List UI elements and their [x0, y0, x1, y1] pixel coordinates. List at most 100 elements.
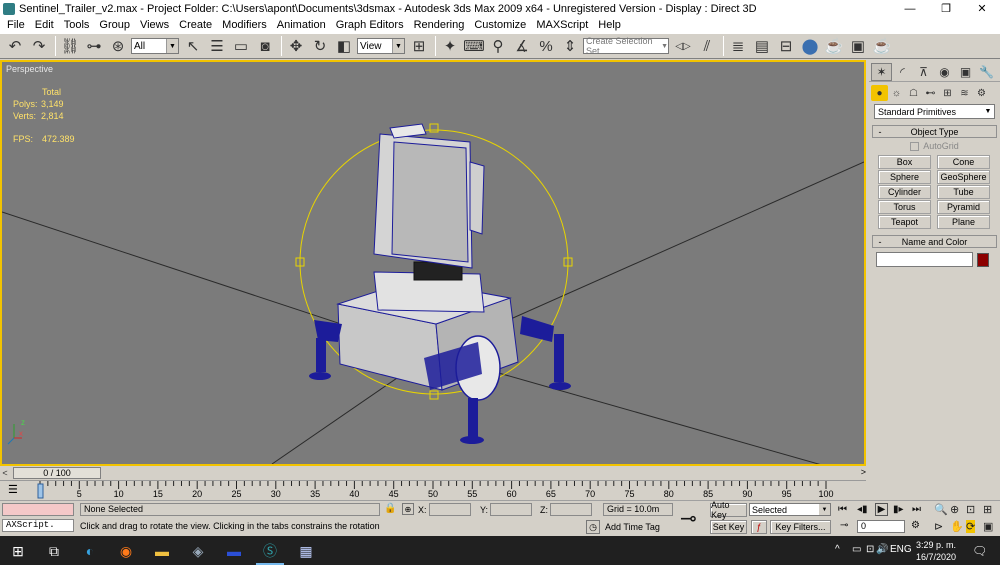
object-name-input[interactable]	[876, 252, 973, 267]
space-warps-icon[interactable]: ≋	[956, 85, 973, 101]
menu-animation[interactable]: Animation	[272, 19, 331, 31]
rendered-frame-window-icon[interactable]: ▣	[847, 35, 869, 57]
zoom-extents-all-icon[interactable]: ⊞	[983, 503, 992, 516]
volume-icon[interactable]: 🔊	[876, 544, 888, 555]
menu-maxscript[interactable]: MAXScript	[531, 19, 593, 31]
taskbar-clock[interactable]: 3:29 p. m. 16/7/2020	[908, 539, 964, 563]
category-dropdown[interactable]: Standard Primitives ▼	[874, 104, 995, 119]
plane-button[interactable]: Plane	[937, 215, 990, 229]
geometry-icon[interactable]: ●	[871, 85, 888, 101]
default-in-out-tangent-icon[interactable]: ƒ	[751, 520, 767, 534]
hierarchy-tab-icon[interactable]: ⊼	[913, 63, 934, 81]
name-and-color-rollout-header[interactable]: - Name and Color	[872, 235, 997, 248]
quick-render-icon[interactable]: ☕	[871, 35, 893, 57]
absolute-mode-icon[interactable]: ⊕	[402, 503, 414, 515]
menu-edit[interactable]: Edit	[30, 19, 59, 31]
menu-views[interactable]: Views	[135, 19, 174, 31]
firefox-icon[interactable]: ◉	[117, 542, 135, 560]
play-icon[interactable]: ▶	[875, 503, 888, 516]
key-mode-toggle-icon[interactable]: ⊸	[840, 520, 848, 531]
redo-icon[interactable]: ↷	[28, 35, 50, 57]
edge-browser-icon[interactable]: ◐	[81, 542, 99, 560]
menu-rendering[interactable]: Rendering	[409, 19, 470, 31]
schematic-view-icon[interactable]: ⊟	[775, 35, 797, 57]
tube-button[interactable]: Tube	[937, 185, 990, 199]
go-to-start-icon[interactable]: ⏮	[838, 504, 847, 515]
time-slider-prev-icon[interactable]: <	[0, 468, 10, 478]
menu-file[interactable]: File	[2, 19, 30, 31]
systems-icon[interactable]: ⚙	[973, 85, 990, 101]
app-icon[interactable]: ◈	[189, 542, 207, 560]
select-scale-icon[interactable]: ◧	[333, 35, 355, 57]
teapot-button[interactable]: Teapot	[878, 215, 931, 229]
modify-tab-icon[interactable]: ◜	[892, 63, 913, 81]
menu-create[interactable]: Create	[174, 19, 217, 31]
time-configuration-icon[interactable]: ⚙	[911, 520, 920, 531]
pivot-center-icon[interactable]: ⊞	[408, 35, 430, 57]
zoom-icon[interactable]: 🔍	[934, 503, 948, 516]
torus-button[interactable]: Torus	[878, 200, 931, 214]
cameras-icon[interactable]: ⊷	[922, 85, 939, 101]
motion-tab-icon[interactable]: ◉	[934, 63, 955, 81]
tray-network-icon[interactable]: ▭	[852, 544, 861, 555]
percent-snap-icon[interactable]: %	[535, 35, 557, 57]
render-setup-icon[interactable]: ☕	[823, 35, 845, 57]
time-slider-thumb[interactable]: 0 / 100	[13, 467, 101, 479]
key-filters-button[interactable]: Key Filters...	[770, 520, 831, 534]
named-selection-sets-dropdown[interactable]: Create Selection Set ▼	[583, 36, 669, 56]
align-icon[interactable]: ⫽	[696, 35, 718, 57]
reference-coordinate-dropdown[interactable]: View ▼	[357, 38, 405, 54]
material-editor-icon[interactable]: ⬤	[799, 35, 821, 57]
next-frame-icon[interactable]: ▮▸	[893, 504, 904, 515]
time-tag-icon[interactable]: ◷	[586, 520, 600, 534]
curve-editor-icon[interactable]: ▤	[751, 35, 773, 57]
rectangular-region-icon[interactable]: ▭	[230, 35, 252, 57]
app-icon[interactable]: ▦	[297, 542, 315, 560]
set-key-button[interactable]: Set Key	[710, 520, 747, 534]
menu-modifiers[interactable]: Modifiers	[217, 19, 272, 31]
zoom-all-icon[interactable]: ⊕	[950, 503, 959, 516]
select-move-icon[interactable]: ✥	[285, 35, 307, 57]
select-by-name-icon[interactable]: ☰	[206, 35, 228, 57]
key-set-dropdown[interactable]: Selected ▼	[749, 503, 831, 516]
arc-rotate-icon[interactable]: ⟳	[966, 520, 976, 533]
pyramid-button[interactable]: Pyramid	[937, 200, 990, 214]
3ds-max-icon[interactable]: Ⓢ	[261, 542, 279, 560]
x-coordinate-input[interactable]	[428, 503, 471, 516]
bind-space-warp-icon[interactable]: ⊛	[107, 35, 129, 57]
restore-button[interactable]: ❐	[928, 0, 964, 17]
window-crossing-icon[interactable]: ◙	[254, 35, 276, 57]
add-time-tag[interactable]: Add Time Tag	[605, 522, 660, 532]
go-to-end-icon[interactable]: ⏭	[912, 504, 921, 515]
spinner-snap-icon[interactable]: ⇕	[559, 35, 581, 57]
perspective-viewport[interactable]: Perspective Total Polys: 3,149 Verts: 2,…	[0, 60, 866, 466]
undo-icon[interactable]: ↶	[4, 35, 26, 57]
set-key-icon[interactable]: ⊸	[680, 506, 697, 531]
utilities-tab-icon[interactable]: 🔧	[976, 63, 997, 81]
current-frame-input[interactable]: 0	[857, 520, 905, 533]
close-button[interactable]: ✕	[964, 0, 1000, 17]
menu-tools[interactable]: Tools	[59, 19, 95, 31]
object-color-swatch[interactable]	[977, 252, 989, 267]
auto-key-button[interactable]: Auto Key	[710, 500, 747, 520]
selection-lock-icon[interactable]: 🔒	[384, 503, 396, 514]
menu-customize[interactable]: Customize	[469, 19, 531, 31]
previous-frame-icon[interactable]: ◂▮	[857, 504, 868, 515]
create-tab-icon[interactable]: ✶	[871, 63, 892, 81]
sphere-button[interactable]: Sphere	[878, 170, 931, 184]
select-rotate-icon[interactable]: ↻	[309, 35, 331, 57]
box-button[interactable]: Box	[878, 155, 931, 169]
menu-group[interactable]: Group	[94, 19, 135, 31]
link-icon[interactable]: ⛓	[59, 35, 81, 57]
pan-view-icon[interactable]: ✋	[950, 520, 964, 533]
menu-help[interactable]: Help	[593, 19, 626, 31]
select-object-icon[interactable]: ↖	[182, 35, 204, 57]
lights-icon[interactable]: ☖	[905, 85, 922, 101]
selection-filter-dropdown[interactable]: All ▼	[131, 38, 179, 54]
cone-button[interactable]: Cone	[937, 155, 990, 169]
object-type-rollout-header[interactable]: - Object Type	[872, 125, 997, 138]
app-icon[interactable]: ▬	[225, 542, 243, 560]
file-explorer-icon[interactable]: ▬	[153, 542, 171, 560]
menu-graph-editors[interactable]: Graph Editors	[331, 19, 409, 31]
y-coordinate-input[interactable]	[490, 503, 533, 516]
